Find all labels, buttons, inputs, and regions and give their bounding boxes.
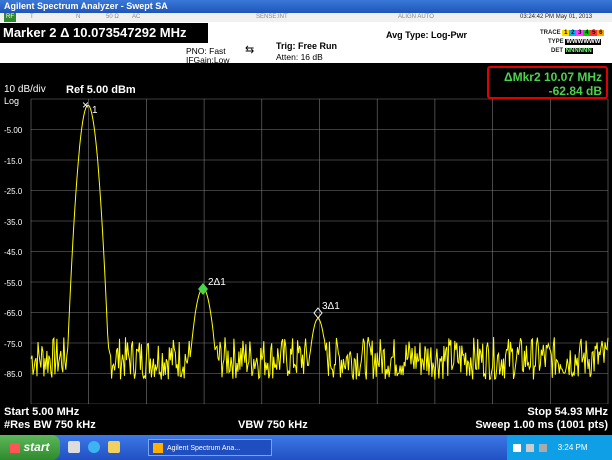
- show-desktop-icon[interactable]: [68, 441, 80, 453]
- trace-1[interactable]: 1: [562, 30, 570, 36]
- trace-label: TRACE: [540, 30, 561, 36]
- trace-6[interactable]: 6: [597, 30, 605, 36]
- menu-item-1[interactable]: T: [30, 13, 34, 22]
- menu-item-6[interactable]: ALIGN AUTO: [398, 13, 434, 22]
- vbw[interactable]: VBW 750 kHz: [238, 419, 308, 431]
- tray-icon-2[interactable]: [526, 443, 535, 452]
- taskbar: start Agilent Spectrum Ana... 3:24 PM: [0, 435, 612, 460]
- menu-item-4[interactable]: AC: [132, 13, 140, 22]
- trace-4[interactable]: 4: [583, 30, 591, 36]
- y-tick-label: -85.0: [4, 370, 23, 379]
- y-tick-label: -35.0: [4, 217, 23, 227]
- system-tray: 3:24 PM: [507, 435, 612, 460]
- menu-item-2[interactable]: N: [76, 13, 80, 22]
- marker-1-label: 1: [92, 105, 98, 116]
- bottom-info: Start 5.00 MHz #Res BW 750 kHz VBW 750 k…: [0, 404, 612, 435]
- trig-label: Trig: Free Run: [276, 41, 338, 51]
- start-freq[interactable]: Start 5.00 MHz: [4, 406, 79, 418]
- start-label: start: [23, 440, 50, 454]
- marker-readout-amp: -62.84 dB: [548, 84, 602, 98]
- menu-item-5[interactable]: SENSE:INT: [256, 13, 288, 22]
- stop-freq[interactable]: Stop 54.93 MHz: [527, 406, 608, 418]
- avg-type-label: Avg Type: Log-Pwr: [386, 30, 467, 40]
- spectrum-plot[interactable]: × 1 2Δ1 3Δ1: [0, 63, 612, 404]
- browser-icon[interactable]: [88, 441, 100, 453]
- y-tick-label: -75.0: [4, 339, 23, 349]
- log-label: Log: [4, 96, 20, 106]
- det-value: NNNNNN: [564, 48, 593, 54]
- menu-item-3[interactable]: 50 Ω: [106, 13, 119, 22]
- trace-row: TRACE 123456: [540, 30, 605, 36]
- tray-icon-1[interactable]: [513, 443, 521, 452]
- marker-3-label: 3Δ1: [322, 301, 340, 312]
- ref-row: 10 dB/div Ref 5.00 dBm: [4, 84, 136, 96]
- ref-level[interactable]: Ref 5.00 dBm: [66, 84, 136, 96]
- scale-label: 10 dB/div: [4, 84, 46, 95]
- folder-icon[interactable]: [108, 441, 120, 453]
- marker-readout: ΔMkr2 10.07 MHz -62.84 dB: [487, 66, 608, 99]
- y-tick-label: -65.0: [4, 309, 23, 318]
- marker-readout-freq: ΔMkr2 10.07 MHz: [504, 70, 602, 84]
- det-label: DET: [551, 48, 563, 54]
- taskbar-app-label: Agilent Spectrum Ana...: [167, 445, 241, 452]
- tray-clock: 3:24 PM: [557, 443, 588, 452]
- start-button[interactable]: start: [0, 435, 60, 460]
- marker-2-label: 2Δ1: [208, 277, 226, 288]
- type-value: WWWWWW: [565, 39, 602, 45]
- det-row: DET NNNNNN: [551, 48, 593, 54]
- res-bw[interactable]: #Res BW 750 kHz: [4, 419, 96, 431]
- tray-icon-3[interactable]: [539, 443, 548, 452]
- y-tick-label: -55.0: [4, 278, 23, 288]
- y-tick-label: -45.0: [4, 248, 23, 257]
- taskbar-app-button[interactable]: Agilent Spectrum Ana...: [148, 439, 272, 456]
- marker-3-glyph: [313, 307, 323, 319]
- type-row: TYPE WWWWWW: [548, 39, 602, 45]
- sweep-time[interactable]: Sweep 1.00 ms (1001 pts): [475, 419, 608, 431]
- window-title: Agilent Spectrum Analyzer - Swept SA: [0, 0, 612, 13]
- menu-icon[interactable]: RF: [4, 13, 16, 22]
- atten-label: Atten: 16 dB: [276, 52, 323, 62]
- marker-header[interactable]: Marker 2 Δ 10.073547292 MHz: [0, 23, 208, 43]
- spectrum-svg: × 1 2Δ1 3Δ1: [30, 98, 609, 404]
- marker-1-glyph: ×: [82, 98, 89, 112]
- marker-glyphs: × 1 2Δ1 3Δ1: [82, 98, 340, 319]
- trace-5[interactable]: 5: [590, 30, 598, 36]
- datetime: 03:24:42 PM May 01, 2013: [520, 14, 593, 20]
- y-tick-label: -15.0: [4, 156, 23, 166]
- trace-3[interactable]: 3: [576, 30, 584, 36]
- input-arrow-icon: ⇆: [245, 44, 255, 56]
- info-panel: RF T N 50 Ω AC SENSE:INT ALIGN AUTO 03:2…: [0, 13, 612, 65]
- menu-strip: RF T N 50 Ω AC SENSE:INT ALIGN AUTO 03:2…: [0, 13, 612, 22]
- app-icon: [153, 443, 163, 453]
- y-tick-label: -5.00: [4, 126, 23, 135]
- windows-logo-icon: [10, 442, 21, 453]
- y-tick-label: -25.0: [4, 187, 23, 196]
- type-label: TYPE: [548, 39, 564, 45]
- trace-2[interactable]: 2: [569, 30, 577, 36]
